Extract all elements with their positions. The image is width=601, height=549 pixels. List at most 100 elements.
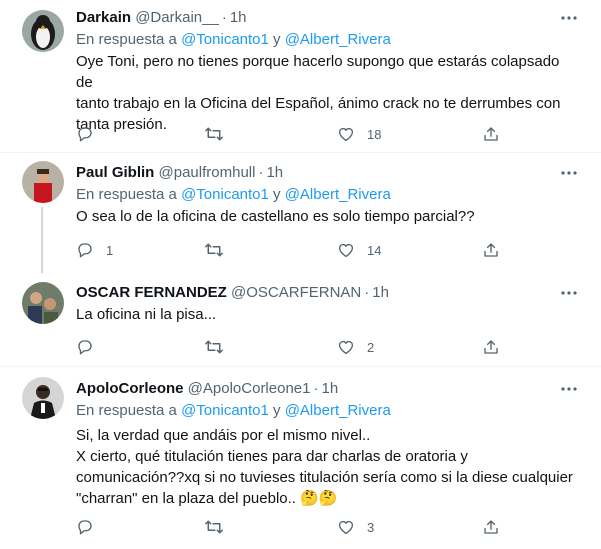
timestamp[interactable]: 1h — [230, 9, 247, 26]
avatar[interactable] — [22, 10, 64, 52]
mention-link[interactable]: @Tonicanto1 — [181, 186, 269, 203]
reply-context: En respuesta a @Tonicanto1 y @Albert_Riv… — [76, 30, 391, 50]
tweet-text: Oye Toni, pero no tienes porque hacerlo … — [76, 51, 576, 135]
like-count: 2 — [367, 339, 375, 355]
tweet-oscar-fernandez[interactable]: OSCAR FERNANDEZ @OSCARFERNAN · 1h La ofici… — [0, 272, 601, 366]
text-line: La oficina ni la pisa... — [76, 306, 217, 323]
share-icon — [484, 520, 498, 534]
reply-button[interactable]: 1 — [76, 240, 113, 260]
reply-icon — [78, 127, 92, 142]
reply-joiner: y — [268, 31, 285, 48]
reply-icon — [78, 520, 92, 535]
share-icon — [484, 127, 498, 141]
tweet-text: O sea lo de la oficina de castellano es … — [76, 206, 576, 227]
tweet-text: La oficina ni la pisa... — [76, 304, 576, 325]
reply-prefix: En respuesta a — [76, 31, 177, 48]
tweet-apolocorleone[interactable]: ApoloCorleone @ApoloCorleone1 · 1h En resp… — [0, 367, 601, 549]
text-line: X cierto, qué titulación tienes para dar… — [76, 448, 468, 465]
like-button[interactable]: 2 — [337, 337, 374, 357]
separator-dot: · — [364, 284, 370, 301]
timestamp[interactable]: 1h — [372, 284, 389, 301]
avatar[interactable] — [22, 282, 64, 324]
author-handle[interactable]: @OSCARFERNAN — [231, 284, 361, 301]
reply-count: 1 — [106, 242, 114, 258]
like-button[interactable]: 18 — [337, 124, 381, 144]
reply-joiner: y — [268, 186, 285, 203]
mention-link[interactable]: @Albert_Rivera — [285, 186, 391, 203]
more-icon[interactable] — [559, 379, 579, 399]
reply-context: En respuesta a @Tonicanto1 y @Albert_Riv… — [76, 401, 391, 421]
share-icon — [484, 243, 498, 257]
author-name[interactable]: OSCAR FERNANDEZ — [76, 284, 227, 301]
retweet-icon — [205, 243, 223, 257]
tweet-paul-giblin[interactable]: Paul Giblin @paulfromhull · 1h En respuest… — [0, 153, 601, 273]
avatar[interactable] — [22, 377, 64, 419]
author-name[interactable]: ApoloCorleone — [76, 380, 184, 397]
tweet-text: Si, la verdad que andáis por el mismo ni… — [76, 425, 576, 509]
action-bar: 3 — [72, 517, 512, 537]
retweet-icon — [205, 127, 223, 141]
action-bar: 1 14 — [72, 240, 512, 260]
reply-feed: Darkain @Darkain__ · 1h En respuesta a @To… — [0, 0, 601, 549]
timestamp[interactable]: 1h — [321, 380, 338, 397]
retweet-icon — [205, 340, 223, 354]
like-count: 14 — [367, 242, 382, 258]
separator-dot: · — [313, 380, 319, 397]
mention-link[interactable]: @Albert_Rivera — [285, 402, 391, 419]
timestamp[interactable]: 1h — [266, 164, 283, 181]
tweet-darkain[interactable]: Darkain @Darkain__ · 1h En respuesta a @To… — [0, 0, 601, 152]
avatar[interactable] — [22, 161, 64, 203]
action-bar: 2 — [72, 337, 512, 357]
retweet-button[interactable] — [204, 517, 236, 537]
author-name[interactable]: Darkain — [76, 9, 131, 26]
separator-dot: · — [258, 164, 264, 181]
mention-link[interactable]: @Tonicanto1 — [181, 31, 269, 48]
reply-icon — [78, 243, 92, 258]
reply-context: En respuesta a @Tonicanto1 y @Albert_Riv… — [76, 185, 391, 205]
like-button[interactable]: 3 — [337, 517, 374, 537]
text-line-with-emoji: "charran" en la plaza del pueblo.. 🤔🤔 — [76, 488, 576, 509]
share-button[interactable] — [482, 337, 500, 357]
like-button[interactable]: 14 — [337, 240, 381, 260]
reply-prefix: En respuesta a — [76, 186, 177, 203]
text-line: Oye Toni, pero no tienes porque hacerlo … — [76, 53, 560, 91]
share-icon — [484, 340, 498, 354]
reply-button[interactable] — [76, 124, 106, 144]
share-button[interactable] — [482, 124, 500, 144]
mention-link[interactable]: @Albert_Rivera — [285, 31, 391, 48]
retweet-icon — [205, 520, 223, 534]
text-line: tanto trabajo en la Oficina del Español,… — [76, 95, 561, 112]
author-handle[interactable]: @ApoloCorleone1 — [188, 380, 311, 397]
like-icon — [338, 520, 354, 535]
more-icon[interactable] — [559, 163, 579, 183]
share-button[interactable] — [482, 517, 500, 537]
thinking-face-emoji: 🤔🤔 — [300, 490, 338, 507]
reply-icon — [78, 340, 92, 355]
like-count: 3 — [367, 519, 375, 535]
retweet-button[interactable] — [204, 124, 236, 144]
like-icon — [338, 340, 354, 355]
author-name[interactable]: Paul Giblin — [76, 164, 154, 181]
thread-line — [41, 207, 43, 273]
reply-button[interactable] — [76, 337, 106, 357]
like-icon — [338, 243, 354, 258]
action-bar: 18 — [72, 124, 512, 144]
reply-joiner: y — [268, 402, 285, 419]
mention-link[interactable]: @Tonicanto1 — [181, 402, 269, 419]
like-count: 18 — [367, 126, 382, 142]
author-handle[interactable]: @Darkain__ — [135, 9, 219, 26]
author-handle[interactable]: @paulfromhull — [159, 164, 256, 181]
more-icon[interactable] — [559, 283, 579, 303]
text-line: "charran" en la plaza del pueblo.. — [76, 490, 296, 507]
reply-button[interactable] — [76, 517, 106, 537]
more-icon[interactable] — [559, 8, 579, 28]
retweet-button[interactable] — [204, 337, 236, 357]
text-line: comunicación??xq si no tuvieses titulaci… — [76, 469, 573, 486]
text-line: O sea lo de la oficina de castellano es … — [76, 208, 475, 225]
retweet-button[interactable] — [204, 240, 236, 260]
reply-prefix: En respuesta a — [76, 402, 177, 419]
separator-dot: · — [221, 9, 227, 26]
share-button[interactable] — [482, 240, 500, 260]
like-icon — [338, 127, 354, 142]
text-line: Si, la verdad que andáis por el mismo ni… — [76, 427, 371, 444]
